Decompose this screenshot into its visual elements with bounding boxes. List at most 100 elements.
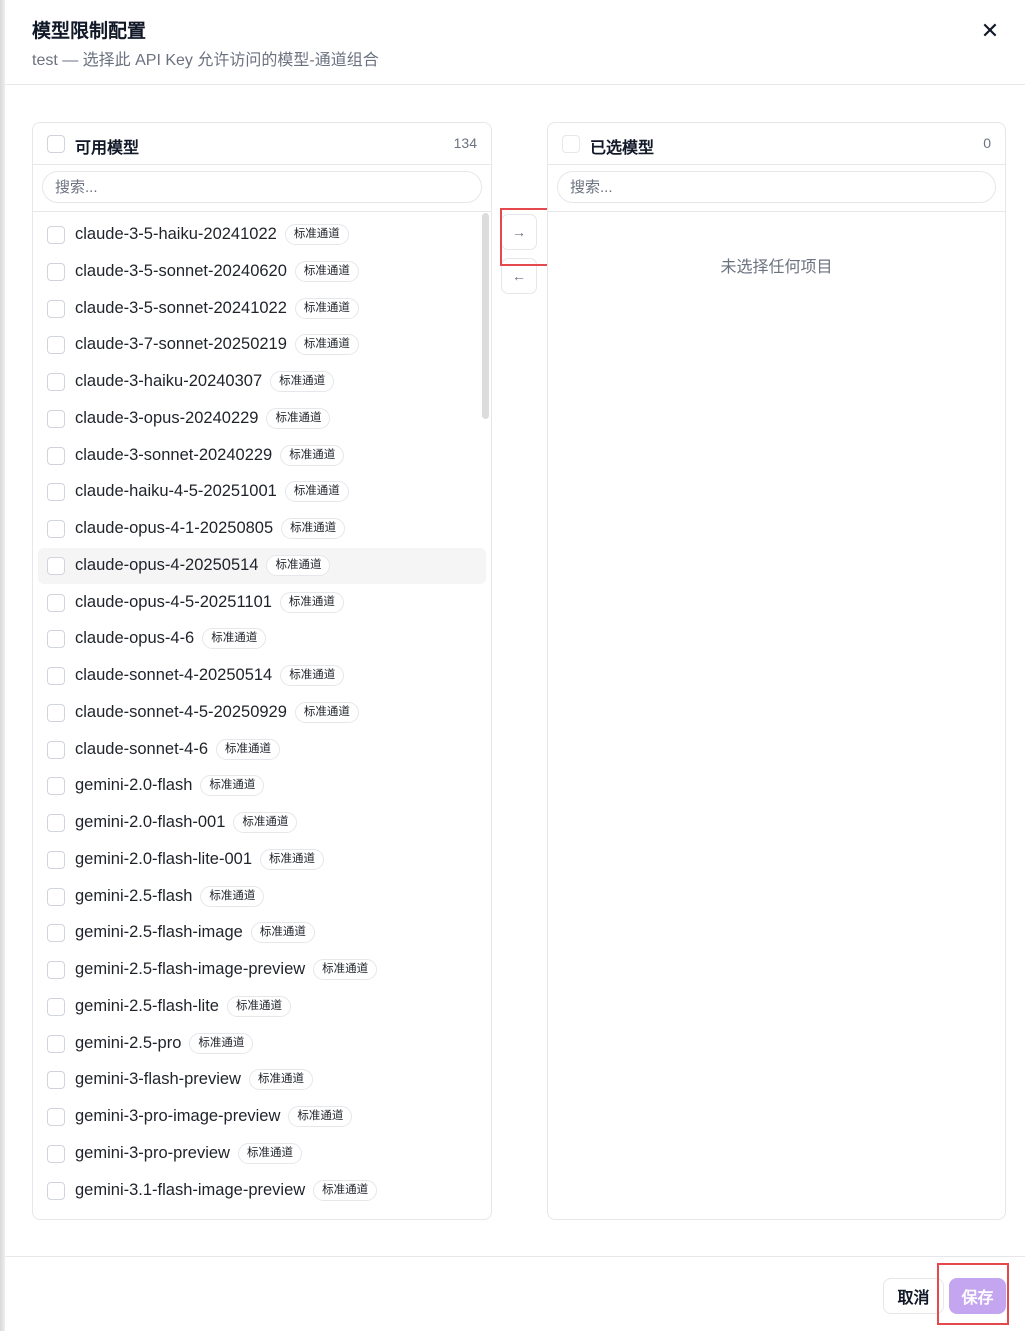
model-list-item[interactable]: claude-3-5-sonnet-20241022 标准通道 (38, 291, 486, 327)
model-list-item[interactable]: claude-opus-4-1-20250805 标准通道 (38, 511, 486, 547)
model-list-item[interactable]: gemini-2.0-flash-001 标准通道 (38, 805, 486, 841)
model-checkbox[interactable] (47, 630, 65, 649)
save-button[interactable]: 保存 (949, 1278, 1006, 1314)
model-checkbox[interactable] (47, 1181, 65, 1200)
channel-badge: 标准通道 (294, 334, 359, 356)
select-all-available-checkbox[interactable] (47, 135, 65, 153)
channel-badge: 标准通道 (313, 959, 378, 980)
move-right-button[interactable]: → (501, 214, 537, 250)
model-list-item[interactable]: claude-sonnet-4-6 标准通道 (38, 732, 486, 768)
model-checkbox[interactable] (47, 814, 65, 832)
model-list-item[interactable]: gemini-2.5-flash-image 标准通道 (38, 915, 486, 951)
model-name: gemini-3.1-flash-image-preview (75, 1180, 306, 1199)
model-name: gemini-2.5-pro (75, 1033, 182, 1052)
model-list-item[interactable]: claude-sonnet-4-20250514 标准通道 (38, 658, 486, 694)
arrow-left-icon: ← (512, 268, 526, 284)
model-name: gemini-3-pro-image-preview (75, 1107, 281, 1125)
model-list-item[interactable]: claude-3-sonnet-20240229 标准通道 (38, 438, 486, 474)
move-left-button[interactable]: ← (501, 258, 537, 294)
model-label-group: gemini-2.0-flash-lite-001 标准通道 (75, 848, 324, 870)
model-list-item[interactable]: claude-opus-4-20250514 标准通道 (38, 547, 486, 584)
channel-badge: 标准通道 (233, 812, 298, 833)
model-checkbox[interactable] (47, 373, 65, 391)
model-list-item[interactable]: claude-opus-4-6 标准通道 (38, 621, 486, 657)
model-list-item[interactable]: gemini-3-flash-preview 标准通道 (38, 1062, 486, 1098)
model-name: claude-opus-4-20250514 (75, 555, 259, 574)
model-name: claude-sonnet-4-6 (75, 739, 208, 758)
model-list-item[interactable]: claude-3-5-sonnet-20240620 标准通道 (38, 254, 486, 290)
model-checkbox[interactable] (47, 703, 65, 722)
model-checkbox[interactable] (47, 226, 65, 244)
scrollbar-thumb[interactable] (482, 213, 489, 419)
channel-badge: 标准通道 (266, 554, 331, 576)
model-name: claude-opus-4-6 (75, 629, 195, 648)
model-list-item[interactable]: gemini-3-pro-preview 标准通道 (38, 1136, 486, 1172)
model-checkbox[interactable] (47, 887, 65, 906)
model-label-group: claude-opus-4-1-20250805 标准通道 (75, 518, 346, 539)
model-label-group: claude-3-5-sonnet-20240620 标准通道 (75, 260, 359, 282)
channel-badge: 标准通道 (237, 1142, 302, 1164)
model-checkbox[interactable] (47, 299, 65, 318)
model-list-item[interactable]: gemini-2.5-pro 标准通道 (38, 1026, 486, 1062)
model-list-item[interactable]: claude-3-5-haiku-20241022 标准通道 (38, 217, 486, 253)
model-checkbox[interactable] (47, 1108, 65, 1126)
model-label-group: claude-haiku-4-5-20251001 标准通道 (75, 481, 349, 503)
model-checkbox[interactable] (47, 1144, 65, 1163)
model-list-item[interactable]: claude-3-opus-20240229 标准通道 (38, 401, 486, 437)
model-list-item[interactable]: gemini-2.0-flash 标准通道 (38, 768, 486, 804)
model-list-item[interactable]: gemini-2.5-flash-lite 标准通道 (38, 989, 486, 1025)
selected-search-input[interactable] (557, 171, 996, 203)
model-list-item[interactable]: claude-sonnet-4-5-20250929 标准通道 (38, 695, 486, 731)
model-list-item[interactable]: gemini-2.5-flash-image-preview 标准通道 (38, 952, 486, 988)
model-checkbox[interactable] (47, 520, 65, 538)
model-name: claude-3-sonnet-20240229 (75, 445, 273, 464)
model-label-group: gemini-2.5-flash-lite 标准通道 (75, 995, 291, 1017)
cancel-button[interactable]: 取消 (883, 1278, 944, 1314)
model-checkbox[interactable] (47, 262, 65, 281)
model-label-group: claude-opus-4-20250514 标准通道 (75, 554, 331, 576)
model-checkbox[interactable] (47, 1071, 65, 1090)
model-label-group: gemini-2.5-flash-image-preview 标准通道 (75, 959, 378, 980)
close-icon[interactable]: ✕ (977, 18, 1003, 44)
channel-badge: 标准通道 (281, 518, 346, 539)
model-list-item[interactable]: gemini-3.1-flash-image-preview 标准通道 (38, 1173, 486, 1209)
model-name: claude-sonnet-4-5-20250929 (75, 702, 287, 721)
model-name: claude-3-5-sonnet-20241022 (75, 298, 287, 317)
model-checkbox[interactable] (47, 483, 65, 502)
model-checkbox[interactable] (47, 740, 65, 759)
model-label-group: claude-sonnet-4-5-20250929 标准通道 (75, 701, 359, 723)
model-checkbox[interactable] (47, 961, 65, 979)
available-search-input[interactable] (42, 171, 482, 203)
available-models-list[interactable]: gemini-3.1-flash-image-preview 标准通道 gemini… (33, 212, 491, 1219)
model-checkbox[interactable] (47, 667, 65, 685)
model-label-group: claude-3-5-sonnet-20241022 标准通道 (75, 297, 359, 319)
model-checkbox[interactable] (47, 850, 65, 869)
model-list-item[interactable]: claude-opus-4-5-20251101 标准通道 (38, 585, 486, 621)
model-list-item[interactable]: claude-3-haiku-20240307 标准通道 (38, 364, 486, 400)
available-panel-title: 可用模型 (75, 140, 140, 157)
channel-badge: 标准通道 (189, 1032, 254, 1054)
model-checkbox[interactable] (47, 997, 65, 1016)
model-checkbox[interactable] (47, 777, 65, 796)
model-list-item[interactable]: gemini-2.0-flash-lite-001 标准通道 (38, 842, 486, 878)
dialog-header: 模型限制配置 test — 选择此 API Key 允许访问的模型-通道组合 ✕ (5, 0, 1025, 85)
available-count: 134 (453, 135, 477, 151)
available-models-panel: 可用模型 134 gemini-3.1-flash-image-preview 标… (32, 122, 492, 1220)
model-checkbox[interactable] (47, 446, 65, 465)
select-all-selected-checkbox[interactable] (562, 135, 580, 153)
model-name: gemini-2.0-flash-001 (75, 813, 226, 831)
model-checkbox[interactable] (47, 1034, 65, 1053)
model-checkbox[interactable] (47, 336, 65, 355)
model-checkbox[interactable] (47, 409, 65, 428)
model-label-group: claude-sonnet-4-6 标准通道 (75, 738, 280, 760)
model-checkbox[interactable] (47, 924, 65, 943)
model-list-item[interactable]: gemini-2.5-flash 标准通道 (38, 879, 486, 915)
model-list-item[interactable]: claude-haiku-4-5-20251001 标准通道 (38, 474, 486, 510)
model-label-group: gemini-2.0-flash 标准通道 (75, 775, 265, 797)
model-list-item[interactable]: claude-3-7-sonnet-20250219 标准通道 (38, 327, 486, 363)
channel-badge: 标准通道 (279, 591, 344, 613)
channel-badge: 标准通道 (200, 775, 265, 797)
model-checkbox[interactable] (47, 593, 65, 612)
model-list-item[interactable]: gemini-3-pro-image-preview 标准通道 (38, 1099, 486, 1135)
model-checkbox[interactable] (47, 556, 65, 575)
